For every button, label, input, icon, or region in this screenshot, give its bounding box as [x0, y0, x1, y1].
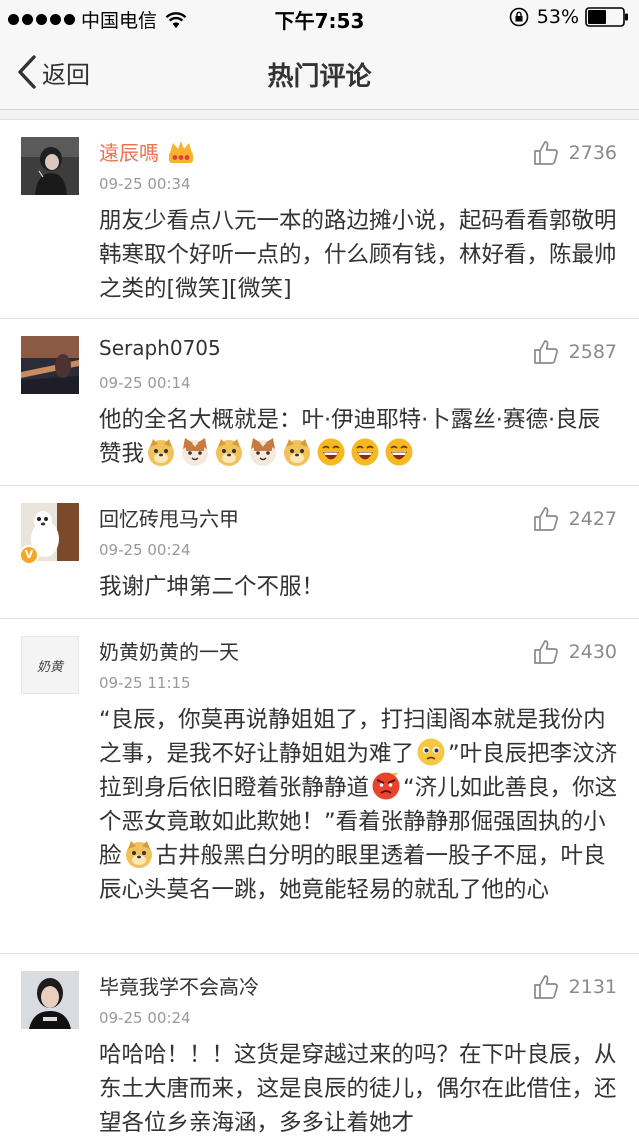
comment-username[interactable]: Seraph0705	[99, 336, 221, 360]
rotation-lock-icon	[509, 7, 529, 27]
like-count: 2587	[568, 341, 617, 363]
battery-icon	[585, 7, 628, 27]
avatar-image	[21, 971, 79, 1029]
thumbs-up-icon	[533, 507, 558, 531]
laugh-icon	[385, 438, 413, 466]
like-count: 2427	[568, 508, 617, 530]
thumbs-up-icon	[533, 141, 558, 165]
doge-icon	[284, 439, 311, 466]
avatar-image	[21, 336, 79, 394]
thumbs-up-icon	[533, 975, 558, 999]
comment-username[interactable]: 奶黄奶黄的一天	[99, 636, 239, 665]
laugh-icon	[351, 438, 379, 466]
comment-text-part: 古井般黑白分明的眼里透着一股子不屈，叶良辰心头莫名一跳，她竟能轻易的就乱了他的心	[99, 843, 606, 903]
comment-text: “良辰，你莫再说静姐姐了，打扫闺阁本就是我份内之事，是我不好让静姐姐为难了 ”叶良…	[99, 703, 619, 907]
like-count: 2430	[568, 641, 617, 663]
comment-text: 哈哈哈！！！这货是穿越过来的吗？在下叶良辰，从东土大唐而来，这是良辰的徒儿，偶尔…	[99, 1042, 617, 1136]
cat-icon	[250, 438, 277, 466]
comment-time: 09-25 00:24	[99, 1009, 191, 1027]
comment-time: 09-25 11:15	[99, 674, 191, 692]
like-count: 2736	[568, 142, 617, 164]
navigation-bar: 返回 热门评论	[0, 36, 639, 110]
like-button[interactable]: 2131	[533, 974, 617, 1000]
comment-username[interactable]: 毕竟我学不会高冷	[99, 971, 259, 1000]
list-top-divider	[0, 110, 639, 120]
app-screen: 中国电信 下午7:53 53% 返回 热门评论 遠辰嗎 09-25 00:34 …	[0, 0, 639, 1136]
like-button[interactable]: 2430	[533, 639, 617, 665]
angry-icon	[372, 772, 400, 800]
username-text: 遠辰嗎	[99, 141, 159, 165]
like-button[interactable]: 2736	[533, 140, 617, 166]
comment-time: 09-25 00:24	[99, 541, 191, 559]
comment-time: 09-25 00:34	[99, 175, 191, 193]
status-right: 53%	[509, 6, 629, 28]
comment-item[interactable]: 遠辰嗎 09-25 00:34 2736 朋友少看点八元一本的路边摊小说，起码看…	[0, 120, 639, 319]
like-count: 2131	[568, 976, 617, 998]
comment-username[interactable]: 遠辰嗎	[99, 137, 195, 166]
avatar[interactable]: 奶黄	[21, 636, 79, 694]
thumbs-up-icon	[533, 340, 558, 364]
comment-list[interactable]: 遠辰嗎 09-25 00:34 2736 朋友少看点八元一本的路边摊小说，起码看…	[0, 120, 639, 1136]
comment-item[interactable]: 毕竟我学不会高冷 09-25 00:24 2131 哈哈哈！！！这货是穿越过来的…	[0, 954, 639, 1136]
comment-item[interactable]: V 回忆砖甩马六甲 09-25 00:24 2427 我谢广坤第二个不服！	[0, 486, 639, 619]
verified-badge: V	[19, 545, 39, 565]
avatar[interactable]: V	[19, 503, 79, 565]
crown-icon	[169, 140, 193, 163]
laugh-icon	[317, 438, 345, 466]
username-text: 奶黄奶黄的一天	[99, 640, 239, 664]
comment-text: 朋友少看点八元一本的路边摊小说，起码看看郭敬明韩寒取个好听一点的，什么顾有钱，林…	[99, 208, 617, 302]
comment-item[interactable]: Seraph0705 09-25 00:14 2587 他的全名大概就是：叶·伊…	[0, 319, 639, 486]
thumbs-up-icon	[533, 640, 558, 664]
battery-percent: 53%	[536, 6, 579, 28]
avatar-image: 奶黄	[21, 636, 79, 694]
doge-icon	[148, 439, 175, 466]
comment-time: 09-25 00:14	[99, 374, 191, 392]
avatar-handwriting: 奶黄	[37, 660, 65, 675]
like-button[interactable]: 2427	[533, 506, 617, 532]
status-bar: 中国电信 下午7:53 53%	[0, 0, 639, 36]
avatar[interactable]	[21, 137, 79, 195]
pitiful-icon	[417, 738, 445, 766]
comment-text: 他的全名大概就是：叶·伊迪耶特·卜露丝·赛德·良辰 赞我	[99, 403, 630, 471]
avatar-image	[21, 137, 79, 195]
like-button[interactable]: 2587	[533, 339, 617, 365]
avatar[interactable]	[21, 971, 79, 1029]
username-text: Seraph0705	[99, 336, 221, 360]
username-text: 毕竟我学不会高冷	[99, 975, 259, 999]
cat-icon	[182, 438, 209, 466]
comment-item[interactable]: 奶黄 奶黄奶黄的一天 09-25 11:15 2430 “良辰，你莫再说静姐姐了…	[0, 619, 639, 954]
comment-username[interactable]: 回忆砖甩马六甲	[99, 503, 239, 532]
doge-icon	[216, 439, 243, 466]
avatar[interactable]	[21, 336, 79, 394]
page-title: 热门评论	[267, 62, 372, 92]
comment-text: 我谢广坤第二个不服！	[99, 574, 325, 600]
doge-icon	[125, 841, 152, 868]
username-text: 回忆砖甩马六甲	[99, 507, 239, 531]
